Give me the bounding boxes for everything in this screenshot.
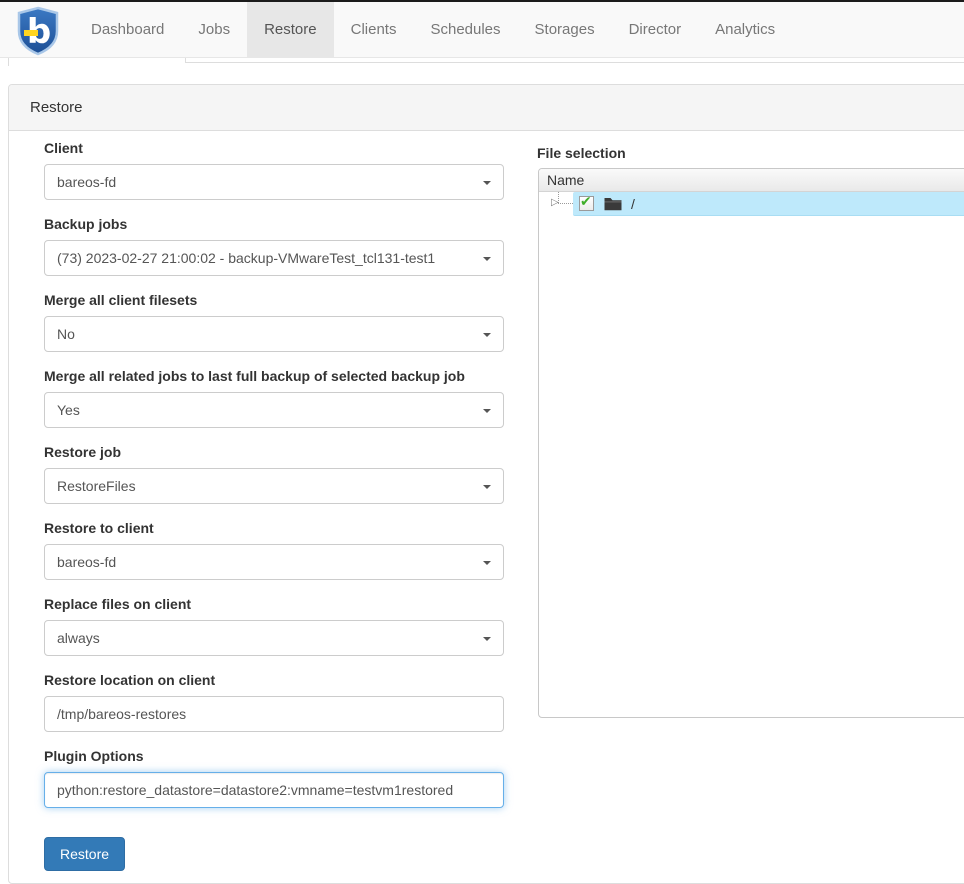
file-selection-tree-panel: Name ▷ ✔ /: [538, 168, 964, 718]
form-group-client: Client bareos-fd: [44, 140, 504, 200]
nav-item-director[interactable]: Director: [612, 2, 699, 57]
form-group-merge-jobs: Merge all related jobs to last full back…: [44, 368, 504, 428]
restore-job-select[interactable]: RestoreFiles: [44, 468, 504, 504]
restore-location-label: Restore location on client: [44, 672, 504, 689]
chevron-down-icon: [483, 181, 491, 185]
chevron-down-icon: [483, 333, 491, 337]
form-group-merge-filesets: Merge all client filesets No: [44, 292, 504, 352]
tree-expander-icon[interactable]: ▷: [551, 196, 559, 210]
replace-files-select[interactable]: always: [44, 620, 504, 656]
checkbox-checked-icon[interactable]: ✔: [579, 196, 594, 211]
chevron-down-icon: [483, 637, 491, 641]
bareos-logo[interactable]: b: [14, 6, 62, 56]
nav-item-analytics[interactable]: Analytics: [698, 2, 792, 57]
restore-to-client-select-value: bareos-fd: [57, 554, 116, 570]
restore-to-client-label: Restore to client: [44, 520, 504, 537]
form-group-restore-job: Restore job RestoreFiles: [44, 444, 504, 504]
merge-jobs-select-value: Yes: [57, 402, 80, 418]
form-group-restore-to-client: Restore to client bareos-fd: [44, 520, 504, 580]
nav-item-storages[interactable]: Storages: [518, 2, 612, 57]
plugin-options-input-value: python:restore_datastore=datastore2:vmna…: [57, 782, 453, 798]
nav-item-dashboard[interactable]: Dashboard: [74, 2, 181, 57]
file-tree: ▷ ✔ /: [539, 192, 964, 232]
tab-border-left: [8, 58, 9, 66]
chevron-down-icon: [483, 485, 491, 489]
file-selection-title: File selection: [537, 145, 626, 161]
merge-jobs-label: Merge all related jobs to last full back…: [44, 368, 504, 385]
replace-files-select-value: always: [57, 630, 100, 646]
backup-jobs-select-value: (73) 2023-02-27 21:00:02 - backup-VMware…: [57, 250, 435, 266]
plugin-options-input[interactable]: python:restore_datastore=datastore2:vmna…: [44, 772, 504, 808]
merge-filesets-label: Merge all client filesets: [44, 292, 504, 309]
tree-dotted-line: [558, 203, 573, 204]
restore-form: Client bareos-fd Backup jobs (73) 2023-0…: [44, 140, 504, 871]
form-group-backup-jobs: Backup jobs (73) 2023-02-27 21:00:02 - b…: [44, 216, 504, 276]
plugin-options-label: Plugin Options: [44, 748, 504, 765]
nav-item-restore[interactable]: Restore: [247, 2, 334, 57]
chevron-down-icon: [483, 561, 491, 565]
form-group-plugin-options: Plugin Options python:restore_datastore=…: [44, 748, 504, 808]
navbar-menu: Dashboard Jobs Restore Clients Schedules…: [74, 2, 792, 57]
nav-item-jobs[interactable]: Jobs: [181, 2, 247, 57]
tree-node-label: /: [631, 196, 635, 212]
restore-job-label: Restore job: [44, 444, 504, 461]
main-navbar: b Dashboard Jobs Restore Clients Schedul…: [0, 2, 964, 58]
backup-jobs-select[interactable]: (73) 2023-02-27 21:00:02 - backup-VMware…: [44, 240, 504, 276]
tree-column-header-name[interactable]: Name: [539, 169, 964, 192]
panel-title: Restore: [9, 85, 964, 131]
replace-files-label: Replace files on client: [44, 596, 504, 613]
tree-node-root[interactable]: ✔ /: [573, 192, 964, 216]
chevron-down-icon: [483, 409, 491, 413]
backup-jobs-label: Backup jobs: [44, 216, 504, 233]
nav-item-schedules[interactable]: Schedules: [413, 2, 517, 57]
restore-to-client-select[interactable]: bareos-fd: [44, 544, 504, 580]
client-select[interactable]: bareos-fd: [44, 164, 504, 200]
restore-location-input[interactable]: /tmp/bareos-restores: [44, 696, 504, 732]
merge-jobs-select[interactable]: Yes: [44, 392, 504, 428]
form-group-replace-files: Replace files on client always: [44, 596, 504, 656]
merge-filesets-select[interactable]: No: [44, 316, 504, 352]
restore-submit-button[interactable]: Restore: [44, 837, 125, 871]
chevron-down-icon: [483, 257, 491, 261]
restore-location-input-value: /tmp/bareos-restores: [57, 706, 186, 722]
restore-job-select-value: RestoreFiles: [57, 478, 136, 494]
nav-item-clients[interactable]: Clients: [334, 2, 414, 57]
folder-icon: [604, 196, 622, 211]
form-group-restore-location: Restore location on client /tmp/bareos-r…: [44, 672, 504, 732]
client-select-value: bareos-fd: [57, 174, 116, 190]
tab-bottom-border: [185, 62, 964, 63]
merge-filesets-select-value: No: [57, 326, 75, 342]
client-label: Client: [44, 140, 504, 157]
bareos-shield-icon: b: [14, 6, 62, 56]
